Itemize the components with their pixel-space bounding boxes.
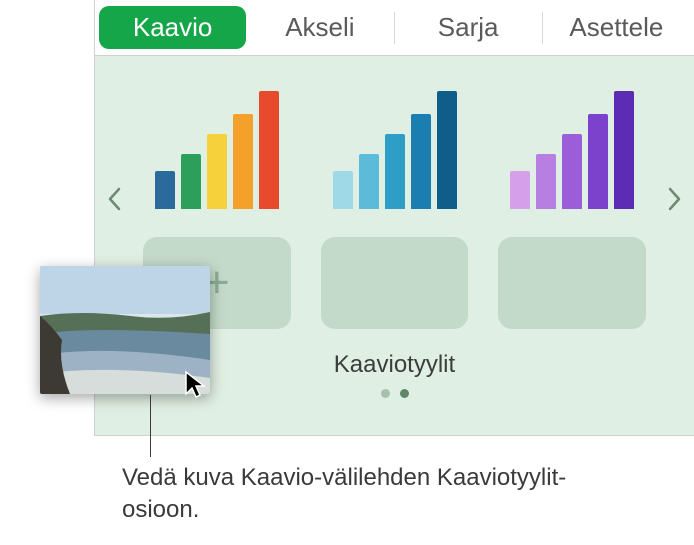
chart-bar	[536, 154, 556, 209]
callout-caption: Vedä kuva Kaavio-välilehden Kaaviotyylit…	[122, 462, 602, 527]
chart-style-thumb-1[interactable]	[143, 84, 291, 209]
chart-bar	[259, 91, 279, 209]
empty-style-slot[interactable]	[498, 237, 646, 329]
chevron-left-icon	[107, 187, 121, 211]
chart-bar	[155, 171, 175, 209]
tab-arrange[interactable]: Asettele	[543, 12, 690, 43]
coastal-photo-icon	[40, 266, 210, 394]
dragged-image-thumbnail[interactable]	[40, 266, 210, 394]
chart-bar	[385, 134, 405, 209]
chart-bar	[562, 134, 582, 209]
tabs-row: Kaavio Akseli Sarja Asettele	[95, 0, 694, 56]
chart-bar	[437, 91, 457, 209]
styles-next-arrow[interactable]	[668, 186, 682, 218]
chart-bar	[207, 134, 227, 209]
chart-bar	[233, 114, 253, 209]
chart-bar	[359, 154, 379, 209]
chart-bar	[614, 91, 634, 209]
chart-bar	[588, 114, 608, 209]
tab-chart[interactable]: Kaavio	[99, 6, 246, 49]
tab-axis[interactable]: Akseli	[246, 12, 393, 43]
chart-style-thumb-2[interactable]	[321, 84, 469, 209]
callout-line	[150, 395, 151, 457]
chart-bar	[333, 171, 353, 209]
chart-style-thumbnails	[143, 84, 646, 209]
empty-style-slot[interactable]	[321, 237, 469, 329]
pager-dot[interactable]	[381, 389, 390, 398]
chart-bar	[181, 154, 201, 209]
chart-style-thumb-3[interactable]	[498, 84, 646, 209]
pager-dot-active[interactable]	[400, 389, 409, 398]
chevron-right-icon	[668, 187, 682, 211]
styles-prev-arrow[interactable]	[107, 186, 121, 218]
custom-style-slots: +	[143, 237, 646, 329]
chart-bar	[411, 114, 431, 209]
tab-series[interactable]: Sarja	[395, 12, 542, 43]
chart-bar	[510, 171, 530, 209]
